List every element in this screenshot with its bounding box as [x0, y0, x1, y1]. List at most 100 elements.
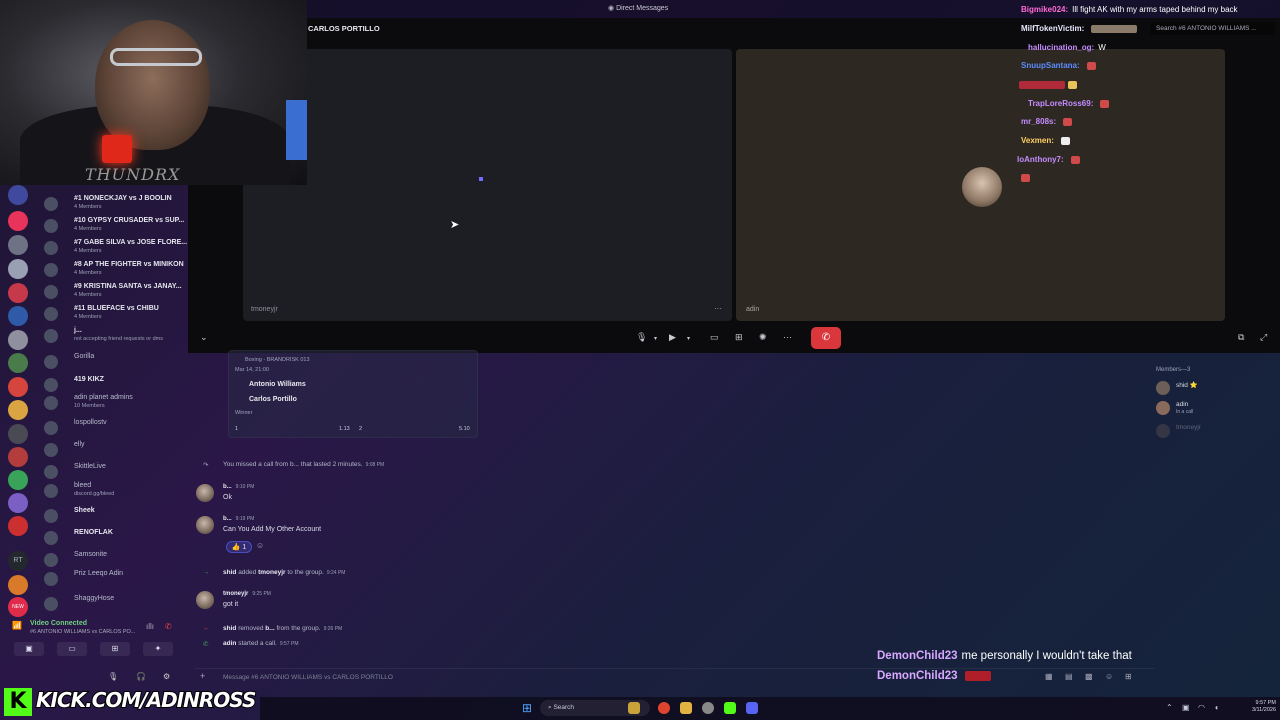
voice-channel: #6 ANTONIO WILLIAMS vs CARLOS PO...	[30, 629, 136, 635]
wifi-icon[interactable]: ◠	[1198, 703, 1205, 712]
add-reaction-icon[interactable]: ☺	[256, 541, 264, 550]
tray-chevron-icon[interactable]: ⌃	[1166, 703, 1173, 712]
gif-icon[interactable]: ▤	[1065, 672, 1073, 681]
more-icon[interactable]: ···	[783, 332, 792, 342]
microphone-icon[interactable]: 🎙	[636, 332, 647, 343]
emote-icon	[1063, 117, 1073, 126]
settings-icon[interactable]	[702, 702, 714, 714]
popout-icon[interactable]: ⧉	[1238, 332, 1244, 343]
soundboard-icon[interactable]: ✺	[759, 332, 767, 343]
noise-suppression-icon[interactable]: ıllı	[146, 622, 154, 631]
windows-start-icon[interactable]: ⊞	[522, 701, 532, 715]
list-item[interactable]: lospollostv	[44, 419, 189, 439]
window-title: Direct Messages	[608, 4, 668, 12]
server-icon[interactable]	[8, 330, 28, 350]
search-input[interactable]: Search #6 ANTONIO WILLIAMS ...	[1150, 22, 1275, 35]
camera-icon[interactable]: ▶	[669, 332, 676, 343]
list-item[interactable]: j... not accepting friend requests or dms	[44, 327, 189, 347]
apps-icon[interactable]: ⊞	[1125, 672, 1132, 681]
activities-icon[interactable]: ⊞	[735, 332, 743, 343]
voice-connected-panel: 📶 Video Connected #6 ANTONIO WILLIAMS vs…	[0, 617, 186, 687]
server-icon[interactable]	[8, 424, 28, 444]
signal-icon: 📶	[12, 621, 22, 630]
server-icon[interactable]	[8, 377, 28, 397]
end-call-button[interactable]: ✆	[811, 327, 841, 349]
add-attachment-icon[interactable]: +	[200, 671, 205, 681]
chevron-down-icon[interactable]: ▾	[654, 335, 657, 342]
settings-icon[interactable]: ⚙	[163, 672, 170, 681]
list-item[interactable]: #10 GYPSY CRUSADER vs SUP... 4 Members	[44, 217, 189, 237]
server-icon[interactable]	[8, 353, 28, 373]
list-item[interactable]: bleed discord.gg/bleed	[44, 482, 189, 502]
kick-chat-line	[1021, 173, 1030, 182]
camera-toggle-button[interactable]: ▣	[14, 642, 44, 656]
soundboard-button[interactable]: ✦	[143, 642, 173, 656]
sticker-icon[interactable]: ▩	[1085, 672, 1093, 681]
list-item[interactable]: SkittleLive	[44, 463, 189, 483]
server-icon[interactable]	[8, 306, 28, 326]
collapse-icon[interactable]: ⌄	[200, 332, 208, 343]
reaction-thumbs-up[interactable]: 👍 1	[226, 541, 252, 553]
headphones-icon[interactable]: 🎧	[136, 672, 146, 681]
gift-icon[interactable]: ▦	[1045, 672, 1053, 681]
server-icon[interactable]	[8, 447, 28, 467]
list-item[interactable]: #8 AP THE FIGHTER vs MINIKON 4 Members	[44, 261, 189, 281]
server-rail: RT NEW	[0, 185, 36, 690]
emote-icon	[1019, 80, 1065, 89]
list-item[interactable]: Gorilla	[44, 353, 189, 373]
server-icon[interactable]	[8, 211, 28, 231]
message-input[interactable]: + Message #6 ANTONIO WILLIAMS vs CARLOS …	[195, 668, 1155, 686]
server-icon[interactable]	[8, 575, 28, 595]
kick-app-icon[interactable]	[724, 702, 736, 714]
list-item[interactable]: Priz Leeqo Adin	[44, 570, 189, 590]
list-item[interactable]: adin planet admins 10 Members	[44, 394, 189, 414]
member-item[interactable]: tmoneyjr	[1156, 423, 1276, 441]
member-item[interactable]: adin In a call	[1156, 400, 1276, 418]
server-icon[interactable]	[8, 259, 28, 279]
list-item[interactable]: 419 KIKZ	[44, 376, 189, 396]
file-explorer-icon[interactable]	[680, 702, 692, 714]
odds-label: 2	[359, 426, 363, 432]
server-icon[interactable]	[8, 400, 28, 420]
screen-share-button[interactable]: ▭	[57, 642, 87, 656]
server-icon[interactable]	[8, 283, 28, 303]
list-item[interactable]: ShaggyHose	[44, 595, 189, 615]
video-tile-tmoneyjr[interactable]: tmoneyjr ···	[243, 49, 732, 321]
odds-value[interactable]: 5.10	[459, 426, 470, 432]
list-item[interactable]: #1 NONECKJAY vs J BOOLIN 4 Members	[44, 195, 189, 215]
server-icon[interactable]	[8, 516, 28, 536]
chrome-icon[interactable]	[658, 702, 670, 714]
disconnect-icon[interactable]: ✆	[165, 622, 172, 631]
list-item[interactable]: Sheek	[44, 507, 189, 527]
emoji-icon[interactable]: ☺	[1105, 672, 1113, 681]
tray-app-icon[interactable]: ▣	[1182, 703, 1190, 712]
list-item[interactable]: #9 KRISTINA SANTA vs JANAY... 4 Members	[44, 283, 189, 303]
server-icon[interactable]	[8, 185, 28, 205]
server-icon[interactable]	[8, 493, 28, 513]
video-tile-adin[interactable]: adin	[736, 49, 1225, 321]
microphone-icon[interactable]: 🎙	[108, 672, 118, 681]
discord-icon[interactable]	[746, 702, 758, 714]
member-item[interactable]: shid ⭐	[1156, 380, 1276, 398]
server-icon[interactable]: NEW	[8, 597, 28, 617]
kick-chat-line: mr_808s:	[1021, 117, 1073, 126]
mouse-cursor-icon: ➤	[450, 219, 460, 231]
list-item[interactable]: Samsonite	[44, 551, 189, 571]
taskbar-app-icon[interactable]	[628, 702, 640, 714]
bet-embed-card[interactable]: Boxing - BRANDRISK 013 Mar 14, 21:00 Ant…	[228, 350, 478, 438]
server-icon[interactable]: RT	[8, 551, 28, 571]
list-item[interactable]: RENOFLAK	[44, 529, 189, 549]
screen-share-icon[interactable]: ▭	[710, 332, 719, 343]
server-icon[interactable]	[8, 470, 28, 490]
odds-value[interactable]: 1.13	[339, 426, 350, 432]
volume-icon[interactable]: ◖	[1214, 703, 1219, 712]
chevron-down-icon[interactable]: ▾	[687, 335, 690, 342]
list-item[interactable]: #11 BLUEFACE vs CHIBU 4 Members	[44, 305, 189, 325]
activities-button[interactable]: ⊞	[100, 642, 130, 656]
server-icon[interactable]	[8, 235, 28, 255]
list-item[interactable]: elly	[44, 441, 189, 461]
taskbar-clock[interactable]: 9:57 PM 3/11/2026	[1236, 700, 1276, 714]
more-options-icon[interactable]: ···	[714, 304, 722, 313]
fullscreen-icon[interactable]: ⤢	[1260, 332, 1267, 343]
list-item[interactable]: #7 GABE SILVA vs JOSE FLORE... 4 Members	[44, 239, 189, 259]
